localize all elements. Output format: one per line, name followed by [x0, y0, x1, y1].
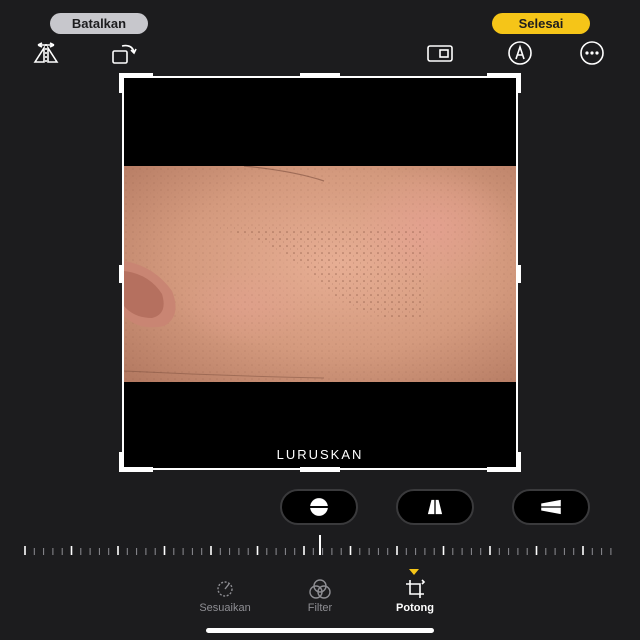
more-options-icon[interactable]: [578, 40, 606, 66]
straighten-label: LURUSKAN: [276, 447, 364, 462]
crop-handle-top-left[interactable]: [119, 73, 153, 78]
tab-adjust-label: Sesuaikan: [199, 602, 251, 614]
active-tab-marker: [409, 569, 419, 575]
crop-handle-top-right-v[interactable]: [516, 73, 521, 93]
cancel-button[interactable]: Batalkan: [50, 13, 148, 34]
adjust-dial-icon: [212, 578, 238, 600]
tab-crop-label: Potong: [396, 602, 434, 614]
done-button[interactable]: Selesai: [492, 13, 590, 34]
dial-indicator: [319, 535, 321, 555]
tab-adjust[interactable]: Sesuaikan: [180, 578, 270, 614]
skin-photo: [124, 166, 516, 382]
crop-icon: [402, 578, 428, 600]
straighten-icon: [303, 498, 335, 516]
tab-filter[interactable]: Filter: [275, 578, 365, 614]
horizontal-perspective-icon: [537, 499, 565, 515]
crop-handle-bottom-left[interactable]: [119, 467, 153, 472]
vertical-perspective-button[interactable]: [396, 489, 474, 525]
filter-circles-icon: [307, 578, 333, 600]
flip-horizontal-icon[interactable]: [32, 40, 60, 66]
tab-filter-label: Filter: [307, 602, 333, 614]
crop-handle-right-mid[interactable]: [516, 265, 521, 283]
crop-handle-top-mid[interactable]: [300, 73, 340, 78]
straighten-button[interactable]: [280, 489, 358, 525]
rotate-icon[interactable]: [110, 40, 138, 66]
tab-crop[interactable]: Potong: [370, 578, 460, 614]
crop-handle-bottom-right-v[interactable]: [516, 452, 521, 472]
crop-canvas[interactable]: [124, 78, 516, 468]
horizontal-perspective-button[interactable]: [512, 489, 590, 525]
home-indicator: [206, 628, 434, 633]
markup-pen-icon[interactable]: [506, 40, 534, 66]
crop-handle-left-mid[interactable]: [119, 265, 124, 283]
vertical-perspective-icon: [427, 496, 443, 518]
aspect-ratio-icon[interactable]: [426, 40, 454, 66]
crop-handle-bottom-mid[interactable]: [300, 467, 340, 472]
crop-handle-top-left-v[interactable]: [119, 73, 124, 93]
